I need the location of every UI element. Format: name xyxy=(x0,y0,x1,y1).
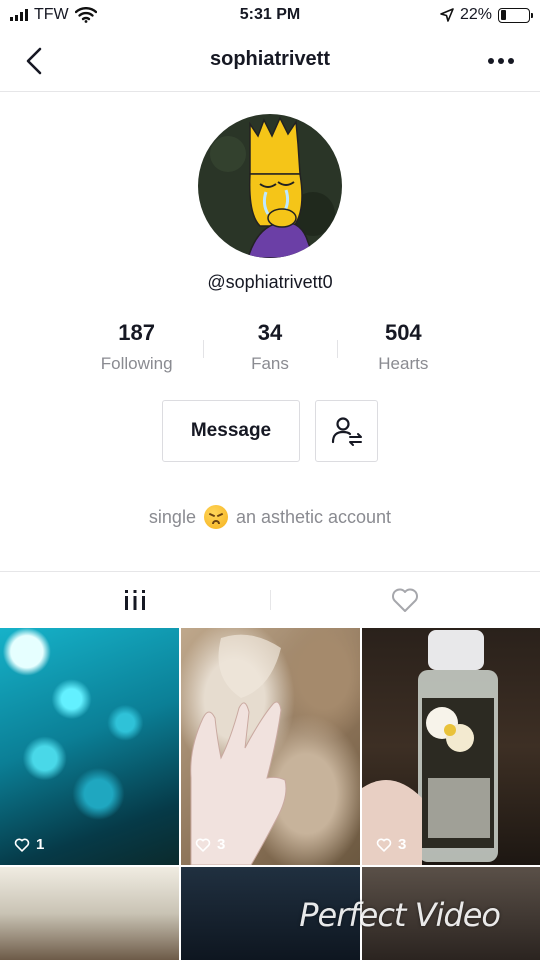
persevering-face-emoji-icon xyxy=(203,505,228,529)
stat-label: Fans xyxy=(251,354,289,373)
heart-icon xyxy=(376,838,392,852)
profile-stats: 187 Following 34 Fans 504 Hearts xyxy=(70,318,470,382)
avatar-image xyxy=(198,114,342,258)
profile-bio: single an asthetic account xyxy=(0,505,540,529)
video-thumbnail[interactable]: 1 xyxy=(0,628,179,865)
like-count-value: 3 xyxy=(398,836,407,853)
tab-liked[interactable] xyxy=(270,572,540,627)
stat-label: Hearts xyxy=(378,354,429,373)
avatar[interactable] xyxy=(198,114,342,258)
heart-icon xyxy=(195,838,211,852)
like-count: 3 xyxy=(376,836,406,853)
stat-value: 504 xyxy=(384,320,422,345)
like-count-value: 3 xyxy=(217,836,226,853)
profile-tabs xyxy=(0,571,540,627)
watermark-text: Perfect Video xyxy=(299,896,501,934)
page-title: sophiatrivett xyxy=(209,48,331,70)
battery-percent: 22% xyxy=(459,6,492,23)
battery-fill xyxy=(500,10,507,20)
user-swap-icon xyxy=(331,417,362,446)
video-thumbnail[interactable] xyxy=(0,867,179,960)
heart-icon xyxy=(14,838,30,852)
message-button[interactable]: Message xyxy=(162,400,300,462)
profile-handle: @sophiatrivett0 xyxy=(207,272,333,292)
video-thumbnail[interactable]: 3 xyxy=(181,628,360,865)
follow-toggle-button[interactable] xyxy=(315,400,378,462)
grid-bars-icon xyxy=(125,589,145,610)
stat-label: Following xyxy=(100,354,173,373)
heart-outline-icon xyxy=(392,588,418,612)
hand-image xyxy=(190,634,287,865)
stat-value: 187 xyxy=(118,320,156,345)
like-count-value: 1 xyxy=(36,836,45,853)
nav-bar: sophiatrivett xyxy=(0,32,540,92)
location-arrow-icon xyxy=(440,8,454,22)
video-thumbnail[interactable]: 3 xyxy=(362,628,540,865)
like-count: 3 xyxy=(195,836,225,853)
more-options-icon[interactable] xyxy=(486,46,516,76)
stat-following[interactable]: 187 Following xyxy=(70,318,203,382)
stat-fans[interactable]: 34 Fans xyxy=(203,318,336,382)
like-count: 1 xyxy=(14,836,44,853)
tab-videos[interactable] xyxy=(0,572,270,627)
bio-text-end: an asthetic account xyxy=(235,506,392,527)
status-right: 22% xyxy=(440,6,533,24)
status-bar: TFW 5:31 PM 22% xyxy=(0,0,540,32)
stat-value: 34 xyxy=(257,320,283,345)
bio-text-start: single xyxy=(148,506,196,527)
battery-icon xyxy=(498,7,533,23)
stat-hearts: 504 Hearts xyxy=(336,318,470,382)
bottle-image xyxy=(362,630,498,865)
